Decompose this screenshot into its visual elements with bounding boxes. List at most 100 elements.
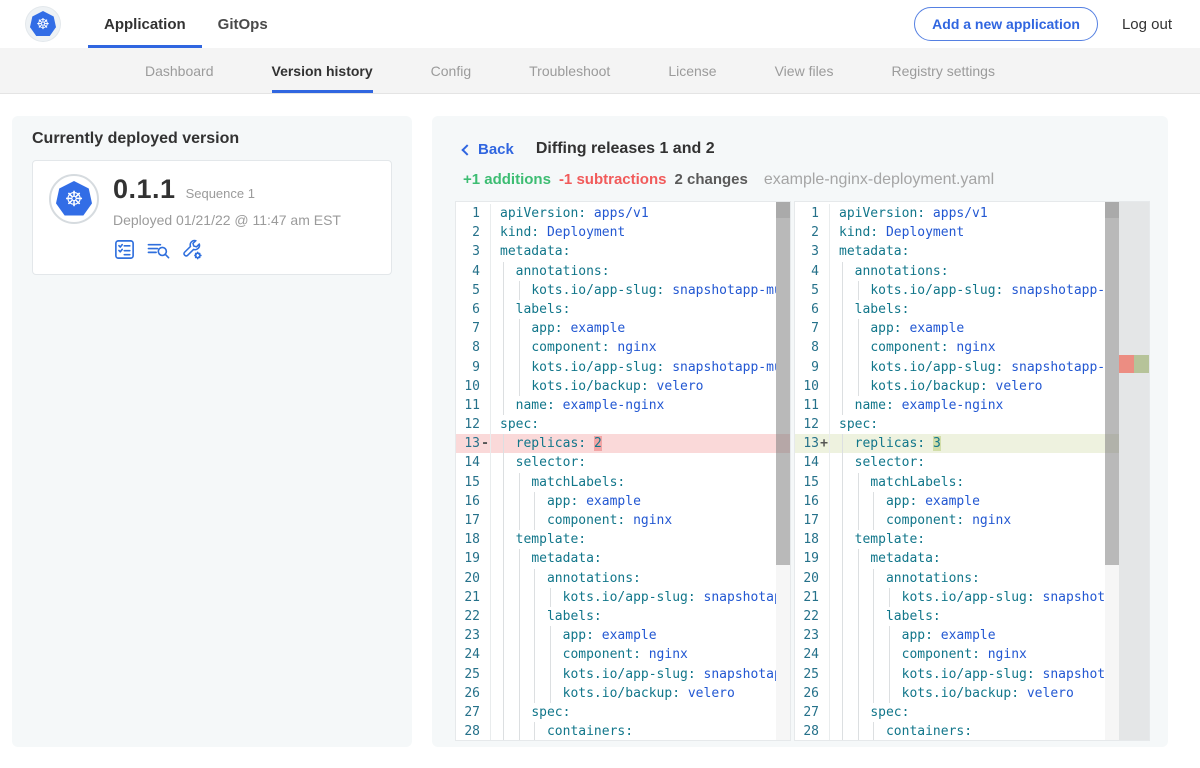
helm-wheel-icon: ☸ xyxy=(65,189,84,210)
line-number: 26 xyxy=(456,684,480,703)
indent-guide xyxy=(519,377,520,396)
code-text: spec: xyxy=(491,703,776,722)
code-line: 20 annotations: xyxy=(456,569,790,588)
indent-guide xyxy=(503,453,504,472)
code-text: kots.io/backup: velero xyxy=(830,377,1105,396)
code-text: name: example-nginx xyxy=(830,396,1105,415)
tab-gitops[interactable]: GitOps xyxy=(202,0,284,48)
code-line: 2kind: Deployment xyxy=(456,223,790,242)
diff-marker: + xyxy=(819,434,829,453)
line-number: 15 xyxy=(456,473,480,492)
indent-guide xyxy=(519,722,520,741)
code-text: annotations: xyxy=(491,569,776,588)
line-number: 27 xyxy=(795,703,819,722)
diff-panels: 1apiVersion: apps/v1 2kind: Deployment 3 me… xyxy=(455,201,1150,741)
line-number: 4 xyxy=(456,262,480,281)
checklist-icon[interactable] xyxy=(113,238,136,261)
diff-marker xyxy=(819,377,829,396)
diff-marker xyxy=(480,453,490,472)
diff-marker xyxy=(819,473,829,492)
tab-registry-settings[interactable]: Registry settings xyxy=(891,48,994,93)
diff-marker xyxy=(480,242,490,261)
tab-dashboard[interactable]: Dashboard xyxy=(145,48,214,93)
diff-marker xyxy=(480,377,490,396)
code-line: 12spec: xyxy=(795,415,1149,434)
code-line: 11 name: example-nginx xyxy=(795,396,1149,415)
indent-guide xyxy=(889,684,890,703)
indent-guide xyxy=(842,645,843,664)
code-text: name: example-nginx xyxy=(491,396,776,415)
indent-guide xyxy=(858,684,859,703)
back-link[interactable]: Back xyxy=(463,141,514,158)
code-line: 28 containers: xyxy=(456,722,790,741)
code-text: replicas: 2 xyxy=(491,434,776,453)
code-text: metadata: xyxy=(491,549,776,568)
line-number: 3 xyxy=(795,242,819,261)
code-text: annotations: xyxy=(491,262,776,281)
indent-guide xyxy=(842,262,843,281)
indent-guide xyxy=(858,665,859,684)
diff-marker xyxy=(480,569,490,588)
code-line: 1apiVersion: apps/v1 xyxy=(795,204,1149,223)
diff-marker xyxy=(819,281,829,300)
version-action-icons xyxy=(113,238,341,261)
logout-link[interactable]: Log out xyxy=(1122,16,1172,33)
line-number: 9 xyxy=(456,358,480,377)
indent-guide xyxy=(534,645,535,664)
code-line: 24 component: nginx xyxy=(456,645,790,664)
code-text: kots.io/backup: velero xyxy=(491,684,776,703)
line-number: 17 xyxy=(456,511,480,530)
indent-guide xyxy=(503,569,504,588)
code-text: containers: xyxy=(491,722,776,741)
line-number: 14 xyxy=(795,453,819,472)
indent-guide xyxy=(873,569,874,588)
diff-filename: example-nginx-deployment.yaml xyxy=(764,171,994,189)
code-text: kind: Deployment xyxy=(491,223,776,242)
top-navbar: ☸ Application GitOps Add a new applicati… xyxy=(0,0,1200,48)
code-text: matchLabels: xyxy=(830,473,1105,492)
line-number: 23 xyxy=(795,626,819,645)
scrollbar-thumb[interactable] xyxy=(776,202,790,565)
indent-guide xyxy=(503,684,504,703)
indent-guide xyxy=(519,492,520,511)
indent-guide xyxy=(842,722,843,741)
code-text: apiVersion: apps/v1 xyxy=(830,204,1105,223)
code-line: 10 kots.io/backup: velero xyxy=(795,377,1149,396)
indent-guide xyxy=(519,319,520,338)
tab-application[interactable]: Application xyxy=(88,0,202,48)
indent-guide xyxy=(519,607,520,626)
indent-guide xyxy=(534,588,535,607)
indent-guide xyxy=(873,607,874,626)
scrollbar-thumb[interactable] xyxy=(1105,202,1119,565)
indent-guide xyxy=(842,530,843,549)
code-line: 5 kots.io/app-slug: snapshotapp-mu xyxy=(456,281,790,300)
deployed-card-title: Currently deployed version xyxy=(32,130,392,148)
indent-guide xyxy=(873,684,874,703)
release-notes-icon[interactable] xyxy=(146,238,171,261)
line-number: 6 xyxy=(795,300,819,319)
code-line: 21 kots.io/app-slug: snapshotap xyxy=(456,588,790,607)
diff-marker xyxy=(819,453,829,472)
tab-troubleshoot[interactable]: Troubleshoot xyxy=(529,48,610,93)
code-text: selector: xyxy=(830,453,1105,472)
indent-guide xyxy=(873,511,874,530)
diff-marker xyxy=(819,223,829,242)
line-number: 12 xyxy=(795,415,819,434)
indent-guide xyxy=(519,358,520,377)
tab-view-files[interactable]: View files xyxy=(775,48,834,93)
tab-version-history[interactable]: Version history xyxy=(272,48,373,93)
add-application-button[interactable]: Add a new application xyxy=(914,7,1098,41)
line-number: 16 xyxy=(795,492,819,511)
diff-marker xyxy=(480,684,490,703)
indent-guide xyxy=(858,549,859,568)
tab-config[interactable]: Config xyxy=(431,48,471,93)
code-line: 21 kots.io/app-slug: snapshotap xyxy=(795,588,1149,607)
tab-license[interactable]: License xyxy=(668,48,716,93)
diff-marker xyxy=(819,492,829,511)
code-text: kots.io/app-slug: snapshotapp-mu xyxy=(830,281,1105,300)
indent-guide xyxy=(519,588,520,607)
indent-guide xyxy=(534,492,535,511)
indent-guide xyxy=(842,703,843,722)
configure-icon[interactable] xyxy=(181,238,204,261)
diff-marker xyxy=(819,396,829,415)
